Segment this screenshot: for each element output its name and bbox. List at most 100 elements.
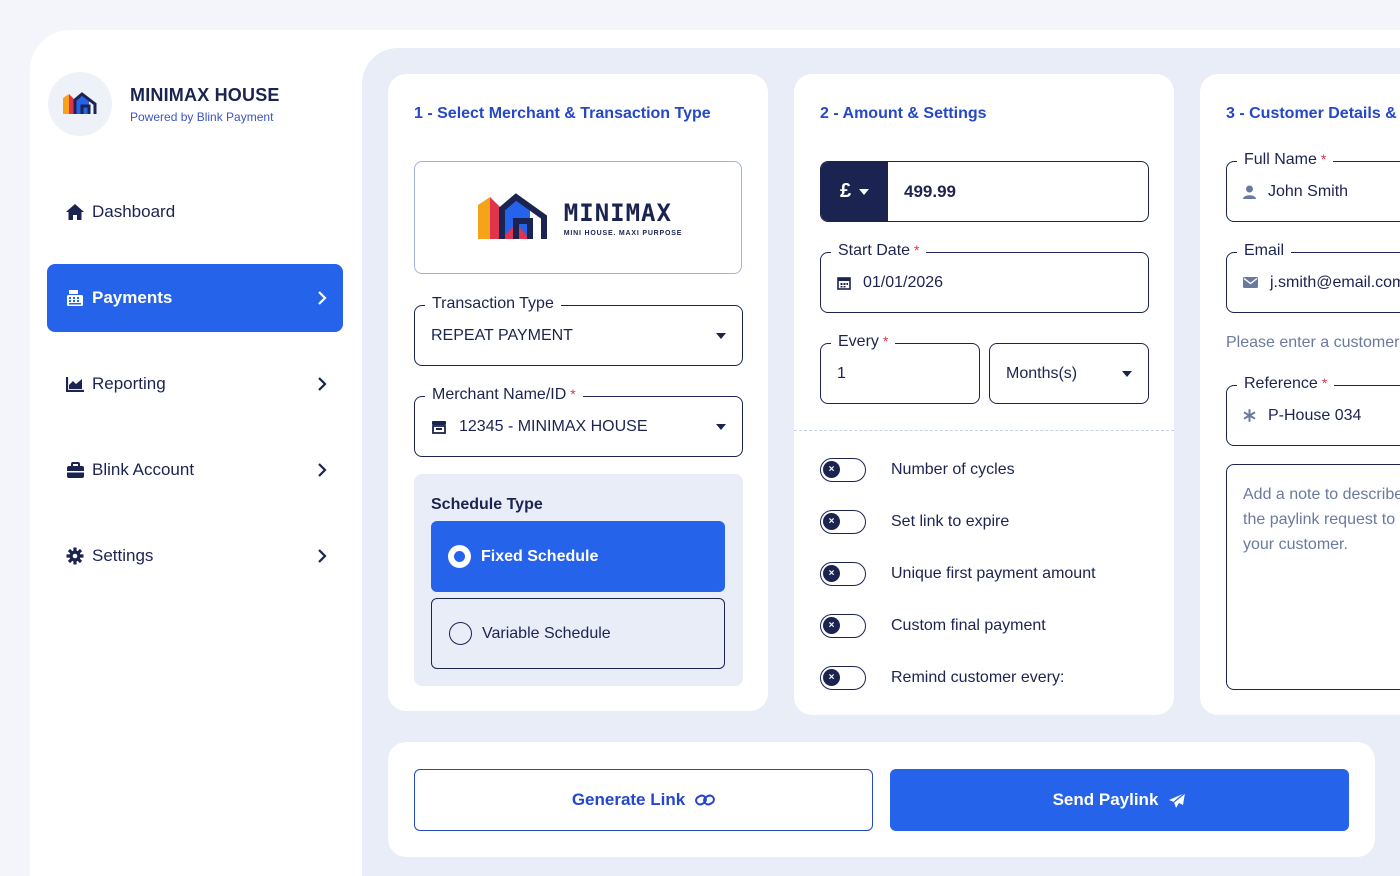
schedule-type-title: Schedule Type — [431, 496, 543, 513]
required-marker: * — [882, 333, 889, 349]
interval-unit-select[interactable]: Months(s) — [989, 343, 1149, 404]
step3-title: 3 - Customer Details & I — [1226, 105, 1400, 122]
sidebar-item-label: Reporting — [92, 374, 166, 393]
chevron-right-icon — [318, 377, 327, 391]
toggle-switch[interactable]: × — [820, 614, 866, 638]
merchant-label: Merchant Name/ID * — [425, 386, 583, 404]
brand-name: MINIMAX HOUSE — [130, 84, 280, 105]
toggle-off-icon: × — [823, 565, 840, 582]
briefcase-icon — [64, 459, 86, 481]
toggle-label: Remind customer every: — [891, 669, 1065, 686]
required-marker: * — [1320, 151, 1327, 167]
required-marker: * — [1321, 375, 1328, 391]
reference-field[interactable]: Reference * P-House 034 — [1226, 375, 1400, 446]
toggle-off-icon: × — [823, 617, 840, 634]
reference-label: Reference * — [1237, 375, 1335, 393]
sidebar-item-payments[interactable]: Payments — [47, 264, 343, 332]
every-label: Every * — [831, 333, 896, 351]
brand-header: MINIMAX HOUSE Powered by Blink Payment — [48, 72, 280, 136]
email-label: Email — [1237, 242, 1292, 260]
toggle-off-icon: × — [823, 669, 840, 686]
send-paylink-label: Send Paylink — [1052, 790, 1159, 809]
toggle-switch[interactable]: × — [820, 666, 866, 690]
toggle-label: Unique first payment amount — [891, 565, 1096, 582]
start-date-value: 01/01/2026 — [863, 273, 944, 291]
toggle-number-of-cycles[interactable]: × Number of cycles — [820, 458, 1015, 482]
toggle-custom-final-payment[interactable]: × Custom final payment — [820, 614, 1046, 638]
link-icon — [695, 793, 716, 807]
toggle-remind-customer[interactable]: × Remind customer every: — [820, 666, 1064, 690]
asterisk-icon — [1243, 409, 1256, 422]
card-customer-details: 3 - Customer Details & I Full Name * John… — [1200, 74, 1400, 715]
merchant-logo-word: MINIMAX — [563, 198, 672, 227]
cash-register-icon — [64, 287, 86, 309]
toggle-off-icon: × — [823, 461, 840, 478]
merchant-logo-tagline: MINI HOUSE. MAXI PURPOSE — [563, 229, 683, 237]
brand-subtitle: Powered by Blink Payment — [130, 109, 274, 124]
variable-schedule-option[interactable]: Variable Schedule — [431, 598, 725, 669]
start-date-field[interactable]: Start Date * 01/01/2026 — [820, 242, 1149, 313]
caret-down-icon — [859, 188, 870, 195]
toggle-switch[interactable]: × — [820, 562, 866, 586]
schedule-type-panel: Schedule Type Fixed Schedule Variable Sc… — [414, 474, 743, 686]
app-root: MINIMAX HOUSE Powered by Blink Payment D… — [0, 0, 1400, 876]
gear-icon — [64, 545, 86, 567]
minimax-logo-icon — [477, 192, 547, 239]
fixed-schedule-option[interactable]: Fixed Schedule — [431, 521, 725, 592]
user-icon — [1243, 185, 1256, 199]
card-merchant-transaction: 1 - Select Merchant & Transaction Type M… — [388, 74, 768, 711]
transaction-type-value: REPEAT PAYMENT — [431, 326, 573, 344]
toggle-label: Custom final payment — [891, 617, 1046, 634]
email-field[interactable]: Email j.smith@email.com — [1226, 242, 1400, 313]
required-marker: * — [570, 386, 576, 402]
merchant-select[interactable]: Merchant Name/ID * 12345 - MINIMAX HOUSE — [414, 386, 743, 457]
toggle-switch[interactable]: × — [820, 510, 866, 534]
paper-plane-icon — [1168, 792, 1186, 809]
note-textarea[interactable]: Add a note to describe the paylink reque… — [1226, 464, 1400, 690]
amount-input-group: £ 499.99 — [820, 161, 1149, 222]
envelope-icon — [1243, 277, 1258, 288]
send-paylink-button[interactable]: Send Paylink — [890, 769, 1349, 831]
sidebar-item-label: Blink Account — [92, 460, 195, 479]
interval-unit-value: Months(s) — [1006, 364, 1078, 382]
toggle-off-icon: × — [823, 513, 840, 530]
amount-input[interactable]: 499.99 — [888, 162, 1148, 221]
store-icon — [431, 420, 447, 434]
toggle-unique-first-payment[interactable]: × Unique first payment amount — [820, 562, 1096, 586]
caret-down-icon — [716, 423, 726, 430]
sidebar-item-dashboard[interactable]: Dashboard — [47, 178, 343, 246]
full-name-label: Full Name * — [1237, 151, 1334, 169]
chart-icon — [64, 373, 86, 395]
every-input[interactable]: Every * 1 — [820, 333, 980, 404]
step1-title: 1 - Select Merchant & Transaction Type — [414, 105, 711, 122]
calendar-icon — [837, 276, 851, 290]
radio-selected-icon — [448, 545, 471, 568]
email-value: j.smith@email.com — [1270, 273, 1400, 291]
sidebar-item-label: Dashboard — [92, 202, 176, 221]
sidebar-item-label: Payments — [92, 288, 173, 307]
sidebar-item-label: Settings — [92, 546, 154, 565]
transaction-type-label: Transaction Type — [425, 295, 561, 313]
home-icon — [64, 201, 86, 223]
sidebar-item-settings[interactable]: Settings — [47, 522, 343, 590]
merchant-logo: MINIMAX MINI HOUSE. MAXI PURPOSE — [414, 161, 742, 274]
required-marker: * — [914, 242, 920, 258]
toggle-switch[interactable]: × — [820, 458, 866, 482]
generate-link-button[interactable]: Generate Link — [414, 769, 873, 831]
every-value: 1 — [837, 364, 846, 382]
currency-select[interactable]: £ — [821, 162, 888, 221]
chevron-right-icon — [318, 463, 327, 477]
toggle-label: Set link to expire — [891, 513, 1010, 530]
toggle-set-link-expire[interactable]: × Set link to expire — [820, 510, 1009, 534]
toggle-label: Number of cycles — [891, 461, 1015, 478]
caret-down-icon — [1122, 370, 1132, 377]
sidebar-item-blink-account[interactable]: Blink Account — [47, 436, 343, 504]
full-name-value: John Smith — [1268, 182, 1349, 200]
currency-symbol: £ — [839, 180, 852, 202]
transaction-type-select[interactable]: Transaction Type REPEAT PAYMENT — [414, 295, 743, 366]
reference-value: P-House 034 — [1268, 406, 1362, 424]
sidebar-item-reporting[interactable]: Reporting — [47, 350, 343, 418]
full-name-field[interactable]: Full Name * John Smith — [1226, 151, 1400, 222]
chevron-right-icon — [318, 291, 327, 305]
start-date-label: Start Date * — [831, 242, 927, 260]
